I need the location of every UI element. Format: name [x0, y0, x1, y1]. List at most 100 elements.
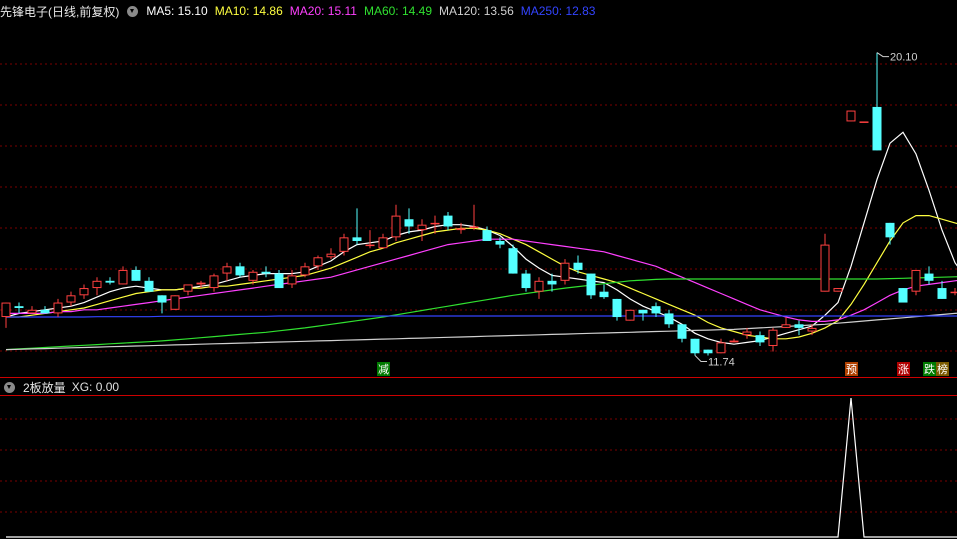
candle[interactable] [716, 338, 726, 354]
candle[interactable] [391, 204, 401, 241]
candle[interactable] [339, 233, 349, 256]
candle-body [872, 106, 882, 151]
candle[interactable] [443, 211, 453, 231]
candle[interactable] [781, 317, 791, 328]
candle-body [716, 342, 726, 354]
candle[interactable] [768, 327, 778, 352]
candle[interactable] [365, 230, 375, 249]
candle[interactable] [79, 284, 89, 299]
candle[interactable] [612, 298, 622, 321]
candle[interactable] [170, 295, 180, 310]
candle-body [833, 288, 843, 292]
candle-body [911, 269, 921, 292]
ma-legend-item-value-0: 15.10 [174, 4, 208, 18]
ma-legend-item-value-1: 14.86 [249, 4, 283, 18]
candle[interactable] [222, 262, 232, 281]
candle[interactable] [638, 309, 648, 321]
ma-legend-item-value-3: 14.49 [398, 4, 433, 18]
candle[interactable] [859, 121, 869, 123]
candle[interactable] [950, 288, 957, 296]
candle-body [287, 275, 297, 285]
chart-canvas[interactable]: 20.10 11.74 减 预 涨 跌榜 [0, 0, 957, 539]
ma-line-ma5 [5, 131, 957, 345]
candle-body [404, 219, 414, 227]
candle[interactable] [261, 266, 271, 278]
dropdown-circle-icon[interactable] [127, 5, 139, 17]
ma-legend-item-0: MA5: 15.10 [146, 4, 208, 18]
candle[interactable] [794, 320, 804, 336]
candle[interactable] [14, 302, 24, 314]
candle-body [924, 273, 934, 281]
candle[interactable] [1, 302, 11, 328]
candle[interactable] [625, 309, 635, 321]
candle[interactable] [235, 262, 245, 278]
candle[interactable] [404, 208, 414, 234]
candle-body [885, 222, 895, 238]
candle[interactable] [326, 248, 336, 260]
candle-body [664, 313, 674, 325]
candle[interactable] [209, 273, 219, 292]
candle-body [79, 288, 89, 296]
candle[interactable] [846, 110, 856, 122]
candle-body [430, 222, 440, 225]
candle[interactable] [820, 233, 830, 292]
candle[interactable] [300, 262, 310, 278]
candle[interactable] [105, 277, 115, 285]
candle[interactable] [742, 327, 752, 339]
candle[interactable] [131, 266, 141, 281]
candle[interactable] [27, 306, 37, 314]
candle-body [729, 340, 739, 343]
candle[interactable] [690, 338, 700, 356]
sub-indicator-header: 2板放量 XG: 0.00 [2, 378, 119, 396]
candle-body [950, 291, 957, 294]
candle-body [599, 291, 609, 298]
candle[interactable] [898, 288, 908, 303]
candle-body [482, 230, 492, 241]
candle-body [183, 284, 193, 292]
candle[interactable] [144, 277, 154, 292]
dropdown-circle-icon[interactable] [4, 381, 15, 393]
candle-body [456, 228, 466, 231]
candle-body [365, 244, 375, 247]
candle[interactable] [911, 269, 921, 296]
candle[interactable] [157, 295, 167, 314]
candle[interactable] [53, 298, 63, 318]
candle[interactable] [729, 338, 739, 343]
ma-line-ma250 [6, 315, 957, 318]
candle[interactable] [183, 284, 193, 296]
candle-body [768, 329, 778, 347]
candle-body [521, 273, 531, 289]
candle-body [66, 295, 76, 303]
candle-body [378, 237, 388, 249]
candle-body [92, 280, 102, 289]
sub-indicator-name: 2板放量 [23, 380, 66, 395]
signal-marker: 跌 [924, 362, 935, 376]
candle[interactable] [586, 273, 596, 299]
candle[interactable] [833, 288, 843, 292]
candle[interactable] [378, 233, 388, 249]
candle-body [846, 110, 856, 122]
candle[interactable] [651, 302, 661, 318]
candle[interactable] [872, 52, 882, 151]
candle-body [651, 306, 661, 314]
candle[interactable] [664, 309, 674, 328]
candle[interactable] [508, 244, 518, 274]
candle[interactable] [703, 349, 713, 356]
candle[interactable] [92, 277, 102, 296]
candle[interactable] [521, 269, 531, 292]
candle[interactable] [274, 269, 284, 289]
candle-body [560, 262, 570, 281]
max-price-label: 20.10 [890, 52, 918, 64]
candle[interactable] [885, 222, 895, 245]
candle-body [820, 244, 830, 292]
candle[interactable] [755, 331, 765, 347]
candle[interactable] [677, 324, 687, 343]
candle-body [417, 224, 427, 231]
candle[interactable] [66, 291, 76, 307]
candle[interactable] [599, 284, 609, 299]
candle-body [53, 302, 63, 314]
candle[interactable] [534, 277, 544, 299]
candle[interactable] [352, 208, 362, 245]
candle[interactable] [560, 259, 570, 285]
candle-body [235, 266, 245, 276]
